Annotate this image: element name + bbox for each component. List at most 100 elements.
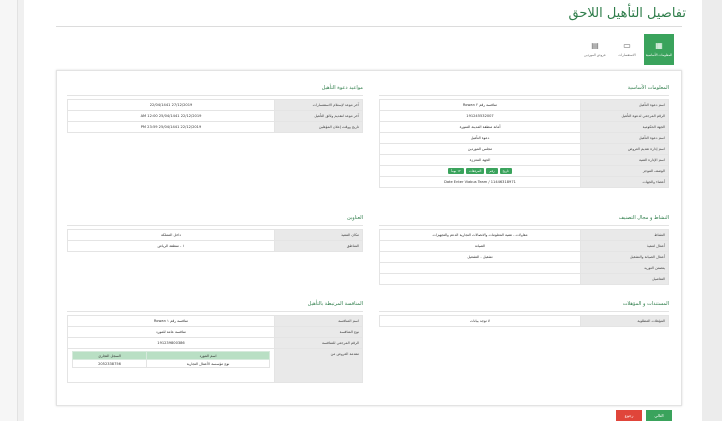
table-row: اسم دعوة التأهيل منافسة رقم ٢ Rowan xyxy=(379,99,669,111)
table-row: الرقم المرجعي لدعوة التأهيل 191245532007 xyxy=(379,110,669,122)
field-label: أعمال لتنفيذ xyxy=(580,240,669,252)
field-label: اسم دعوة التأهيل xyxy=(580,99,669,111)
field-value: الجهة المعززة xyxy=(379,154,581,166)
field-label: مكان التنفيذ xyxy=(274,229,363,241)
field-label: اسم المنافسة xyxy=(274,315,363,327)
field-value: دعوة التأهيل xyxy=(379,132,581,144)
tag-chip: المرفقات xyxy=(465,168,485,174)
dates-table: آخر موعد لإستلام الاستفسارات 27/12/2019 2… xyxy=(67,99,363,133)
table-row: مقدمة العروض من اسم المورد السجل التجاري… xyxy=(67,348,363,383)
tab-supplier-offers[interactable]: ▤ عروض الموردين xyxy=(580,34,610,65)
column-header: اسم المورد xyxy=(146,351,270,360)
field-value: أمانة منطقة المدينة المنورة xyxy=(379,121,581,133)
field-label: الرقم المرجعي للمنافسة xyxy=(274,337,363,349)
section-divider xyxy=(379,311,669,312)
table-row: المناطق ١ - منطقة الرياض xyxy=(67,240,363,252)
field-label: مقدمة العروض من xyxy=(274,348,363,383)
field-label: المناطق xyxy=(274,240,363,252)
section-title-activity: النشاط و مجال التصنيف xyxy=(618,215,669,221)
field-label: آخر موعد لإستلام الاستفسارات xyxy=(274,99,363,111)
field-value: 22/12/2019 25/04/1441 12:00 AM xyxy=(67,110,275,122)
table-row: آخر موعد لإستلام الاستفسارات 27/12/2019 2… xyxy=(67,99,363,111)
field-label: الجهة الحكومية xyxy=(580,121,669,133)
title-divider xyxy=(56,26,682,27)
table-row: أعمال لتنفيذ الصيانة xyxy=(379,240,669,252)
section-divider xyxy=(67,95,363,96)
chat-icon: ▭ xyxy=(623,41,631,50)
field-value: منافسة عامة للمورد xyxy=(67,326,275,338)
suppliers-table: اسم المورد السجل التجاري نوع مؤسسة الأعم… xyxy=(71,351,270,368)
tab-bar: ▦ المعلومات الأساسية ▭ الاستفسارات ▤ عرو… xyxy=(580,34,674,65)
section-title-address: العناوين xyxy=(347,215,363,221)
supplier-name: نوع مؤسسة الأعمال التجارية xyxy=(146,359,270,368)
grid-icon: ▦ xyxy=(655,41,663,50)
table-row: أعضاء والجهات Date Enter Viabus Team / 11… xyxy=(379,176,669,188)
field-value: منافسة رقم ١ Rowan xyxy=(67,315,275,327)
details-card: المعلومات الأساسية اسم دعوة التأهيل منافس… xyxy=(56,70,682,406)
table-row: النشاط مقاولات - تقنية المعلومات والاتصال… xyxy=(379,229,669,241)
table-row: آخر موعد لتقديم وثائق التأهيل 22/12/2019 … xyxy=(67,110,363,122)
table-row: أعمال الصيانة والتشغيل تشغيل - التشغيل xyxy=(379,251,669,263)
field-value: داخل المملكة xyxy=(67,229,275,241)
suppliers-cell: اسم المورد السجل التجاري نوع مؤسسة الأعم… xyxy=(67,348,275,383)
section-title-dates: مواعيد دعوة التأهيل xyxy=(321,85,363,91)
back-button[interactable]: رجوع xyxy=(616,410,642,421)
field-label: التفاصيل xyxy=(580,273,669,285)
field-label: الوصف الموجز xyxy=(580,165,669,177)
chips-cell: تاريخرقمالمرفقات١٢ يوماً xyxy=(379,165,581,177)
field-label: اسم الإدارة الفنية xyxy=(580,154,669,166)
field-value: تشغيل - التشغيل xyxy=(379,251,581,263)
table-row: مكان التنفيذ داخل المملكة xyxy=(67,229,363,241)
field-value: ١ - منطقة الرياض xyxy=(67,240,275,252)
section-divider xyxy=(67,311,363,312)
tag-chip: ١٢ يوماً xyxy=(448,168,464,174)
field-value: مقاولات - تقنية المعلومات والاتصالات الت… xyxy=(379,229,581,241)
tab-label: الاستفسارات xyxy=(618,53,636,57)
table-row: اسم إدارة تقديم العروض مجلس الموردين xyxy=(379,143,669,155)
tag-chip: رقم xyxy=(486,168,498,174)
table-row: اسم المنافسة منافسة رقم ١ Rowan xyxy=(67,315,363,327)
page-title: تفاصيل التأهيل اللاحق xyxy=(568,6,686,21)
field-label: تاريخ ووقت إعلان المؤهلين xyxy=(274,121,363,133)
table-row: نوع مؤسسة الأعمال التجارية 2052338756 xyxy=(71,359,270,368)
section-title-linked: المنافسة المرتبطة بالتأهيل xyxy=(307,301,363,307)
table-row: الرقم المرجعي للمنافسة 191239800386 xyxy=(67,337,363,349)
field-value: لا توجد بيانات xyxy=(379,315,581,327)
tag-chip: تاريخ xyxy=(499,168,512,174)
basic-info-table: اسم دعوة التأهيل منافسة رقم ٢ Rowan الرقم… xyxy=(379,99,669,188)
next-button[interactable]: التالي xyxy=(646,410,672,421)
field-label: يتضمن التوريد xyxy=(580,262,669,274)
table-row: التفاصيل xyxy=(379,273,669,285)
section-divider xyxy=(379,225,669,226)
tab-basic-info[interactable]: ▦ المعلومات الأساسية xyxy=(644,34,674,65)
table-row: الجهة الحكومية أمانة منطقة المدينة المنور… xyxy=(379,121,669,133)
table-row: المؤهلات المطلوبة لا توجد بيانات xyxy=(379,315,669,327)
table-row: تاريخ ووقت إعلان المؤهلين 22/12/2019 25/0… xyxy=(67,121,363,133)
field-label: أعمال الصيانة والتشغيل xyxy=(580,251,669,263)
address-table: مكان التنفيذ داخل المملكة المناطق ١ - منطق… xyxy=(67,229,363,252)
field-label: نوع المنافسة xyxy=(274,326,363,338)
table-header-row: اسم المورد السجل التجاري xyxy=(71,351,270,360)
docs-table: المؤهلات المطلوبة لا توجد بيانات xyxy=(379,315,669,327)
supplier-cr: 2052338756 xyxy=(71,359,148,368)
tab-label: المعلومات الأساسية xyxy=(645,53,673,57)
field-value: 191239800386 xyxy=(67,337,275,349)
field-value: 191245532007 xyxy=(379,110,581,122)
section-title-basic: المعلومات الأساسية xyxy=(627,85,669,91)
tab-label: عروض الموردين xyxy=(584,53,606,57)
field-label: اسم دعوة التأهيل xyxy=(580,132,669,144)
section-divider xyxy=(67,225,363,226)
table-row: اسم الإدارة الفنية الجهة المعززة xyxy=(379,154,669,166)
field-label: اسم إدارة تقديم العروض xyxy=(580,143,669,155)
section-title-docs: المستندات و المؤهلات xyxy=(622,301,669,307)
field-value: Date Enter Viabus Team / 11446318971 xyxy=(379,176,581,188)
right-scroll-strip xyxy=(702,0,722,421)
field-value xyxy=(379,273,581,285)
field-label: أعضاء والجهات xyxy=(580,176,669,188)
field-label: النشاط xyxy=(580,229,669,241)
table-row: اسم دعوة التأهيل دعوة التأهيل xyxy=(379,132,669,144)
table-row: الوصف الموجز تاريخرقمالمرفقات١٢ يوماً xyxy=(379,165,669,177)
left-sidebar xyxy=(0,0,18,421)
section-divider xyxy=(379,95,669,96)
tab-inquiries[interactable]: ▭ الاستفسارات xyxy=(612,34,642,65)
